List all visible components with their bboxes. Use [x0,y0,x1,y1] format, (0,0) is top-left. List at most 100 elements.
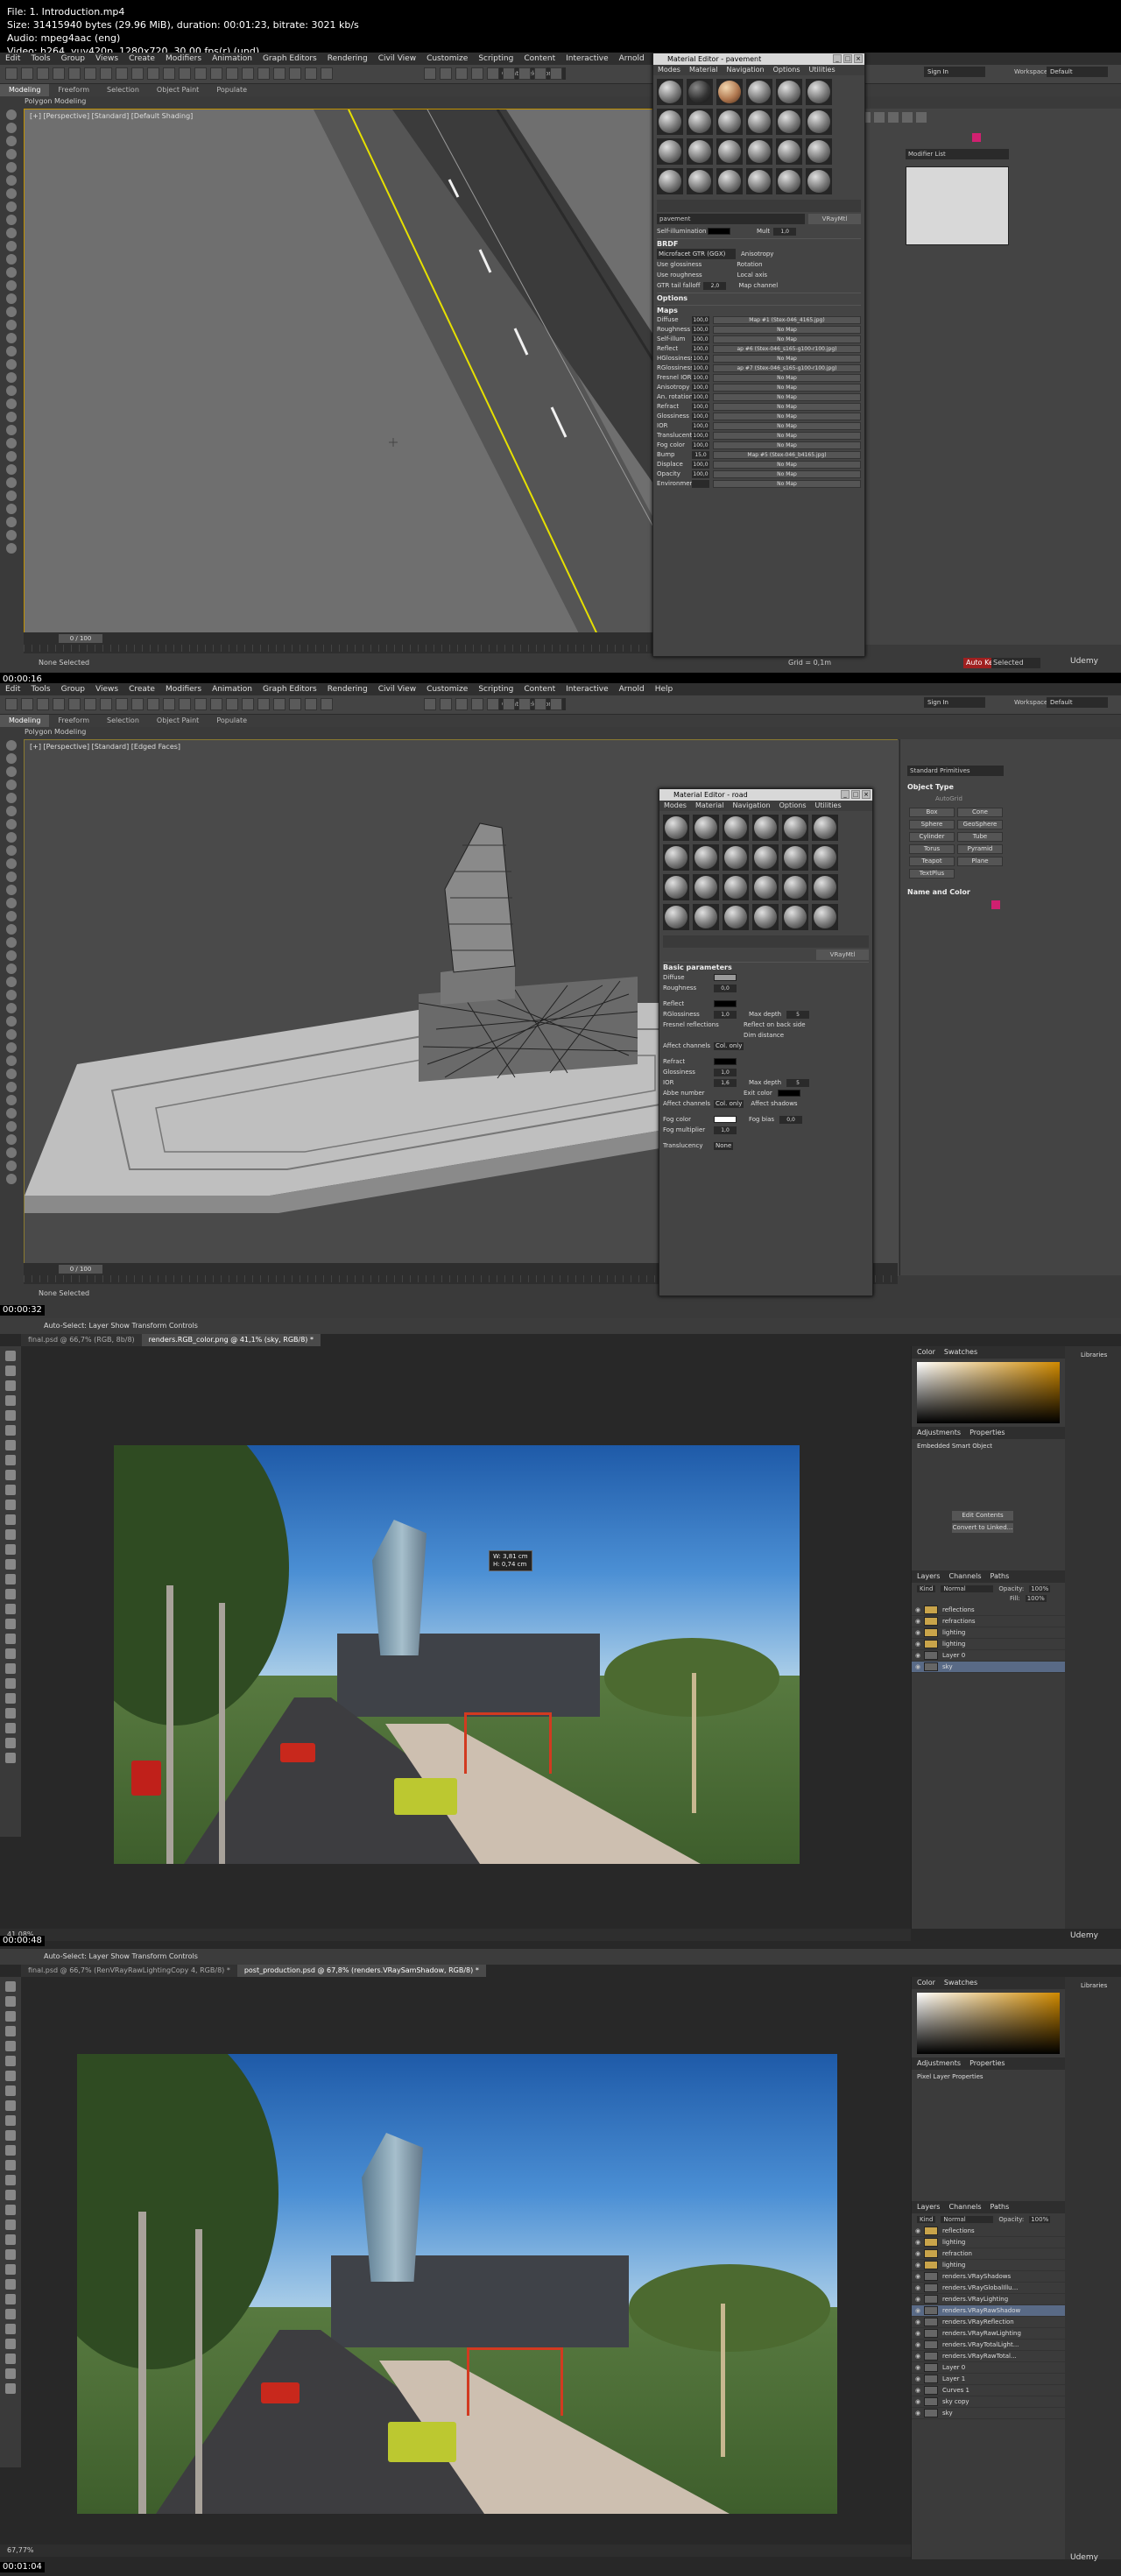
opacity-value[interactable]: 100% [1029,2216,1051,2223]
map-amount[interactable]: 100,0 [692,374,709,382]
toolbar-tool-icon[interactable] [534,67,546,80]
layer-row[interactable]: ◉ sky [912,2408,1065,2419]
toolbar-tool-icon[interactable] [471,67,483,80]
visibility-eye-icon[interactable]: ◉ [912,2385,924,2396]
toolbar-tool-icon[interactable] [257,67,270,80]
viewport-label[interactable]: [+] [Perspective] [Standard] [Default Sh… [30,112,193,120]
map-button[interactable]: No Map [713,355,861,363]
scene-tool-icon[interactable] [6,977,17,987]
material-slot[interactable] [752,874,779,900]
map-amount[interactable]: 100,0 [692,355,709,363]
adjustments-tab[interactable]: Adjustments [917,2057,961,2070]
maximize-icon[interactable]: □ [843,54,852,63]
toolbar-tool-icon[interactable] [84,698,96,710]
material-menu-item[interactable]: Modes [659,801,691,811]
gtr-tail-value[interactable]: 2,0 [703,281,727,290]
scene-tool-icon[interactable] [6,280,17,291]
ps-tool-icon[interactable] [5,2339,16,2349]
toolbar-tool-icon[interactable] [100,698,112,710]
ps-tool-icon[interactable] [5,1395,16,1406]
material-menu-item[interactable]: Utilities [811,801,846,811]
material-menu-item[interactable]: Utilities [805,65,840,75]
ps-tool-icon[interactable] [5,1380,16,1391]
workspaces-dropdown[interactable]: Default [1047,697,1108,708]
layer-row[interactable]: ◉ renders.VRayTotalLight... [912,2340,1065,2351]
object-type-button[interactable]: Plane [957,857,1003,866]
map-amount[interactable]: 100,0 [692,393,709,401]
ps-tool-icon[interactable] [5,2279,16,2290]
color-picker-field[interactable] [917,1993,1072,2054]
refract-max-depth-value[interactable]: 5 [786,1078,810,1087]
material-slot[interactable] [782,815,808,841]
layer-row[interactable]: ◉ renders.VRayRawLighting [912,2328,1065,2340]
menu-item[interactable]: Animation [207,683,257,695]
material-slot[interactable] [752,844,779,871]
material-menu-item[interactable]: Material [691,801,729,811]
layer-row[interactable]: ◉ lighting [912,1639,1065,1650]
object-type-button[interactable]: Cone [957,808,1003,817]
ps-tool-icon[interactable] [5,2041,16,2051]
material-slot[interactable] [806,138,832,165]
diffuse-swatch[interactable] [714,974,737,981]
autogrid-checkbox[interactable]: AutoGrid [935,795,962,802]
name-color-header[interactable]: Name and Color [907,888,970,896]
post-production-image[interactable] [77,2054,837,2514]
visibility-eye-icon[interactable]: ◉ [912,2328,924,2339]
toolbar-tool-icon[interactable] [226,698,238,710]
visibility-eye-icon[interactable]: ◉ [912,2317,924,2327]
scene-tool-icon[interactable] [6,438,17,448]
material-slot[interactable] [782,874,808,900]
toolbar-tool-icon[interactable] [21,67,33,80]
scene-tool-icon[interactable] [6,425,17,435]
layer-filter-kind[interactable]: Kind [917,2216,936,2223]
scene-tool-icon[interactable] [6,950,17,961]
visibility-eye-icon[interactable]: ◉ [912,2248,924,2259]
material-slot[interactable] [812,844,838,871]
material-slot[interactable] [716,79,743,105]
color-picker-field[interactable] [917,1362,1072,1423]
material-slot[interactable] [687,138,713,165]
material-name-field[interactable]: pavement [657,214,805,224]
ps-tool-icon[interactable] [5,1485,16,1495]
channels-tab[interactable]: Channels [948,2201,981,2213]
layer-row[interactable]: ◉ renders.VRayGlobalIllu... [912,2283,1065,2294]
ribbon-tab[interactable]: Object Paint [148,84,208,96]
visibility-eye-icon[interactable]: ◉ [912,2340,924,2350]
material-slot[interactable] [687,168,713,194]
material-slot[interactable] [663,815,689,841]
scene-tool-icon[interactable] [6,307,17,317]
scene-tool-icon[interactable] [6,490,17,501]
material-slot[interactable] [782,904,808,930]
ribbon-tab[interactable]: Modeling [0,84,50,96]
ps-tool-icon[interactable] [5,1996,16,2007]
menu-item[interactable]: Views [90,53,123,65]
fresnel-checkbox[interactable]: Fresnel reflections [663,1020,744,1030]
refract-swatch[interactable] [714,1058,737,1065]
menu-item[interactable]: Civil View [373,683,421,695]
toolbar-tool-icon[interactable] [194,698,207,710]
ps-tool-icon[interactable] [5,2264,16,2275]
map-button[interactable]: No Map [713,403,861,411]
layer-row[interactable]: ◉ Layer 1 [912,2374,1065,2385]
object-type-button[interactable]: Teapot [909,857,955,866]
material-slot[interactable] [693,904,719,930]
menu-item[interactable]: Rendering [322,53,373,65]
map-amount[interactable]: 100,0 [692,345,709,353]
toolbar-tool-icon[interactable] [550,698,562,710]
ps-tool-icon[interactable] [5,2145,16,2156]
toolbar-tool-icon[interactable] [131,67,144,80]
toolbar-tool-icon[interactable] [257,698,270,710]
toolbar-tool-icon[interactable] [534,698,546,710]
ps-tool-icon[interactable] [5,1351,16,1361]
scene-tool-icon[interactable] [6,293,17,304]
menu-item[interactable]: Group [56,683,90,695]
visibility-eye-icon[interactable]: ◉ [912,2283,924,2293]
toolbar-tool-icon[interactable] [242,67,254,80]
object-type-button[interactable]: TextPlus [909,869,955,879]
ps-tool-icon[interactable] [5,1470,16,1480]
material-slot[interactable] [752,904,779,930]
adjustments-tab[interactable]: Adjustments [917,1427,961,1439]
material-slot[interactable] [693,815,719,841]
map-button[interactable]: No Map [713,461,861,469]
ps-tool-icon[interactable] [5,2071,16,2081]
